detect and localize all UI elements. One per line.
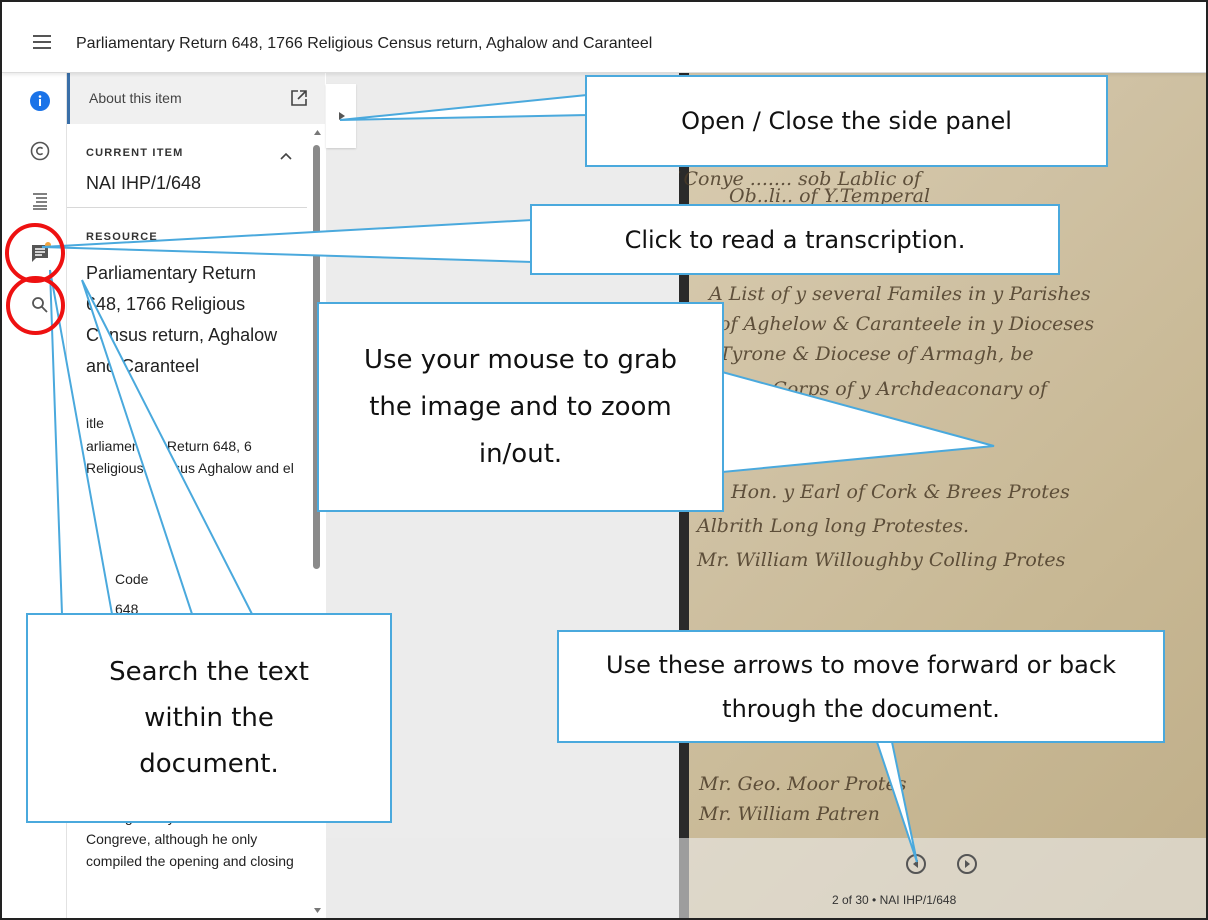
handwriting-line: Mr. William Patren [699,803,880,825]
handwriting-line: A List of y several Familes in y Parishe… [709,283,1091,305]
previous-page-button[interactable] [906,854,926,874]
handwriting-line: Tyrone & Diocese of Armagh, be [719,343,1034,365]
handwriting-line: Armagh. [759,409,842,431]
handwriting-line: Rt. Hon. y Earl of Cork & Brees Protes [697,481,1070,503]
resource-heading: RESOURCE [86,231,158,243]
handwriting-line: Mr. William Willoughby Colling Protes [697,549,1066,571]
transcription-highlight-ring [5,223,65,283]
handwriting-line: Mr. Geo. Moor Protes [699,773,907,795]
page-title: Parliamentary Return 648, 1766 Religious… [76,35,653,52]
menu-icon[interactable] [33,35,51,49]
manuscript-page[interactable]: of Conye ....... sob Lablic of Ob..li.. … [679,73,1206,918]
chevron-up-icon[interactable] [279,233,293,248]
list-icon[interactable] [28,189,52,213]
current-item-value: NAI IHP/1/648 [86,173,202,193]
copyright-icon[interactable] [28,139,52,163]
divider [67,207,307,208]
about-item-row[interactable]: About this item [67,73,325,124]
code-field-label: Code [115,571,149,587]
top-bar: Parliamentary Return 648, 1766 Religious… [2,2,1206,73]
arrows-callout: Use these arrows to move forward or back… [557,630,1165,743]
title-field-value: arliamentary Return 648, 6 Religious Cen… [86,438,294,476]
toggle-side-panel-button[interactable] [326,84,356,148]
chevron-up-icon[interactable] [279,149,293,164]
viewer-controls [326,838,1206,918]
handwriting-line: of Aghelow & Caranteele in y Dioceses [719,313,1095,335]
resource-value: Parliamentary Return 648, 1766 Religious… [86,263,278,376]
page-indicator: 2 of 30 • NAI IHP/1/648 [832,893,957,907]
handwriting-line: Albrith Long long Protestes. [697,515,970,537]
side-panel-callout: Open / Close the side panel [585,75,1108,167]
info-icon[interactable] [28,89,52,113]
title-field-label: itle [86,415,104,431]
about-item-label: About this item [89,90,182,106]
app-window: Parliamentary Return 648, 1766 Religious… [0,0,1208,920]
next-page-button[interactable] [957,854,977,874]
search-highlight-ring [6,276,65,335]
transcription-callout: Click to read a transcription. [530,204,1060,275]
handwriting-line: ing y Corps of y Archdeaconary of [719,378,1047,400]
mouse-callout: Use your mouse to grab the image and to … [317,302,724,512]
open-external-icon[interactable] [290,89,308,112]
current-item-heading: CURRENT ITEM [86,147,184,159]
search-callout: Search the text within the document. [26,613,392,823]
document-image[interactable]: of Conye ....... sob Lablic of Ob..li.. … [679,73,1206,918]
